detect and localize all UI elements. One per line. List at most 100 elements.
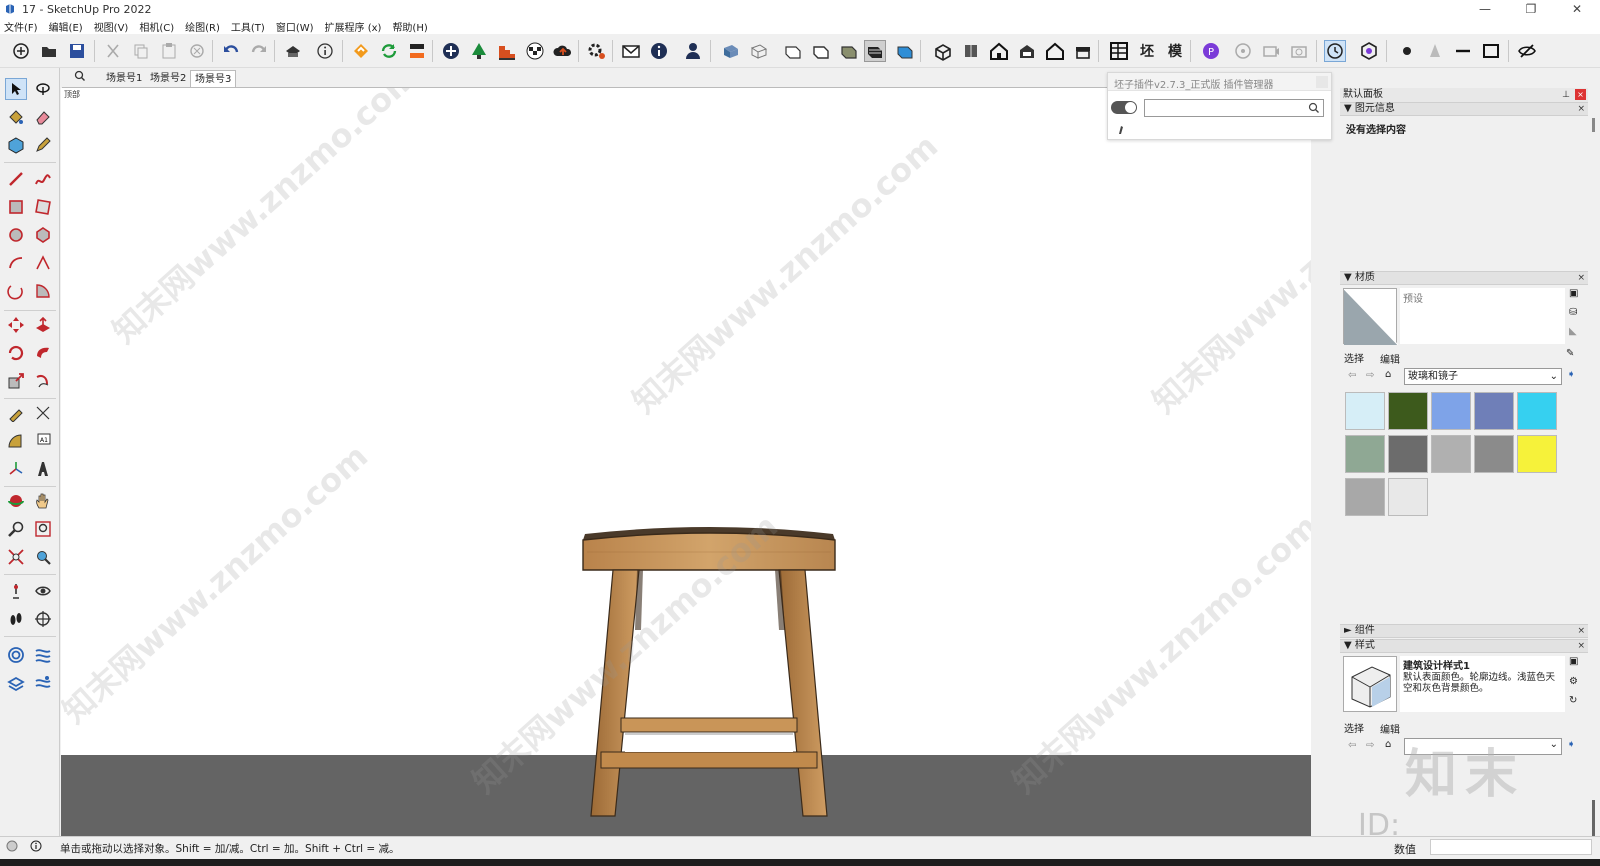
home-icon[interactable]: ⌂ [1385,369,1391,380]
hidden-line-icon[interactable] [782,40,804,62]
pizi-plugin-icon[interactable] [350,40,372,62]
section-close-icon[interactable]: × [1577,625,1585,637]
two-point-arc-icon[interactable] [32,252,54,274]
menu-view[interactable]: 视图(V) [94,19,129,34]
clock-icon[interactable] [1324,40,1346,62]
three-point-arc-icon[interactable] [5,280,27,302]
eraser-icon[interactable] [32,106,54,128]
zoom-window-icon[interactable] [32,518,54,540]
fog-icon[interactable] [1424,40,1446,62]
zoom-icon[interactable] [5,518,27,540]
rectangle-icon[interactable] [1480,40,1502,62]
open-folder-icon[interactable] [38,40,60,62]
tab-materials-select[interactable]: 选择 [1344,350,1364,365]
section-close-icon[interactable]: × [1577,272,1585,284]
plugin-close-button[interactable] [1316,76,1328,88]
minimize-button[interactable]: — [1462,0,1508,18]
make-component-icon[interactable] [5,134,27,156]
material-swatch[interactable] [1474,435,1514,473]
cut-icon[interactable] [102,40,124,62]
lasso-select-icon[interactable] [32,78,54,100]
follow-me-icon[interactable] [32,342,54,364]
rotated-rectangle-icon[interactable] [32,196,54,218]
menu-camera[interactable]: 相机(C) [139,19,174,34]
section-entity-info[interactable]: ▼ 图元信息 × [1340,102,1588,116]
sandbox-drape-icon[interactable] [32,672,54,694]
material-swatch[interactable] [1345,435,1385,473]
material-swatch[interactable] [1431,392,1471,430]
paint-bucket-icon[interactable] [5,106,27,128]
refresh-icon[interactable] [378,40,400,62]
position-camera-tool-icon[interactable] [5,580,27,602]
xray-face-style-icon[interactable] [720,40,742,62]
menu-file[interactable]: 文件(F) [4,19,38,34]
style-refresh-icon[interactable]: ↻ [1569,695,1577,706]
3d-text-icon[interactable] [32,458,54,480]
material-swatch[interactable] [1431,435,1471,473]
pan-hand-icon[interactable] [32,490,54,512]
sandbox-from-contours-icon[interactable] [5,644,27,666]
save-icon[interactable] [66,40,88,62]
move-tool-icon[interactable] [5,314,27,336]
protractor-icon[interactable] [5,430,27,452]
material-swatch[interactable] [1517,392,1557,430]
styles-forward-arrow-icon[interactable]: ⇨ [1366,740,1374,751]
tab-styles-edit[interactable]: 编辑 [1380,721,1400,736]
section-materials[interactable]: ▼ 材质 × [1340,271,1588,285]
right-view-icon[interactable] [1016,40,1038,62]
back-view-icon[interactable] [1044,40,1066,62]
pin-icon[interactable]: ⊥ [1562,88,1570,102]
material-preview[interactable] [1343,288,1399,346]
axes-tool-icon[interactable] [5,458,27,480]
wooden-stool-model[interactable] [581,520,841,820]
eyedropper-icon[interactable]: ✎ [1566,348,1574,359]
copy-icon[interactable] [130,40,152,62]
geo-location-icon[interactable] [6,840,18,855]
hide-eye-icon[interactable] [1516,40,1538,62]
shaded-textures-icon[interactable] [838,40,860,62]
tab-styles-select[interactable]: 选择 [1344,720,1364,735]
section-styles[interactable]: ▼ 样式 × [1340,639,1588,653]
camera-icon[interactable] [1260,40,1282,62]
dimension-icon[interactable] [32,402,54,424]
measurements-input[interactable] [1430,839,1592,855]
material-swatch[interactable] [1388,478,1428,516]
look-around-eye-icon[interactable] [32,580,54,602]
close-button[interactable]: ✕ [1554,0,1600,18]
plugin-pen-icon[interactable] [1117,123,1127,138]
wireframe-style-icon[interactable] [748,40,770,62]
photo-camera-icon[interactable] [1288,40,1310,62]
default-material-icon[interactable]: ◣ [1569,326,1577,337]
details-arrow-icon[interactable]: ➧ [1567,369,1575,380]
arc-tool-icon[interactable] [5,252,27,274]
shaded-icon[interactable] [810,40,832,62]
tab-scene-1[interactable]: 场景号1 [102,70,146,87]
material-swatch[interactable] [1388,435,1428,473]
new-file-icon[interactable] [10,40,32,62]
scroll-thumb[interactable] [1592,118,1595,132]
text-tool-icon[interactable]: A1 [32,430,54,452]
circle-tool-icon[interactable] [5,224,27,246]
rectangle-tool-icon[interactable] [5,196,27,218]
left-view-icon[interactable] [1072,40,1094,62]
tray-scrollbar[interactable] [1589,88,1600,848]
menu-help[interactable]: 帮助(H) [392,19,427,34]
iso-view-icon[interactable] [932,40,954,62]
add-circle-icon[interactable] [440,40,462,62]
restore-button[interactable]: ❐ [1508,0,1554,18]
pizi-mo-icon[interactable]: 模 [1164,40,1186,62]
stairs-icon[interactable] [496,40,518,62]
pencil-line-icon[interactable] [5,168,27,190]
checker-sphere-icon[interactable] [524,40,546,62]
print-icon[interactable] [282,40,304,62]
styles-details-arrow-icon[interactable]: ➧ [1567,739,1575,750]
section-close-icon[interactable]: × [1577,640,1585,652]
user-account-icon[interactable] [682,40,704,62]
plugin-search-input[interactable] [1144,99,1324,117]
3d-viewport[interactable]: 顶部 知末网www.znzmo.com 知末网www.znzmo.com 知末网… [61,88,1311,836]
plugin-toggle-switch[interactable] [1111,101,1137,114]
zoom-extents-icon[interactable] [5,546,27,568]
redo-icon[interactable] [248,40,270,62]
material-collection-select[interactable]: 玻璃和镜子 ⌄ [1404,368,1562,385]
tab-scene-2[interactable]: 场景号2 [146,70,190,87]
